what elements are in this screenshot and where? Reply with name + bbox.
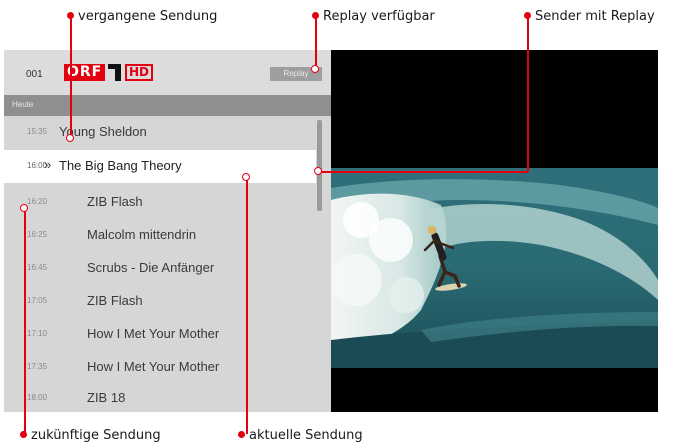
program-time: 17:10 (27, 329, 48, 338)
annotation-dot (238, 431, 245, 438)
day-label: Heute (12, 100, 34, 109)
annotation-future-broadcast: zukünftige Sendung (20, 428, 161, 443)
annotation-current-broadcast: aktuelle Sendung (238, 428, 363, 443)
program-title: Scrubs - Die Anfänger (87, 260, 215, 275)
annotation-text: zukünftige Sendung (31, 428, 161, 443)
pointer-line-replay (315, 16, 317, 68)
pointer-line-channel-h (319, 171, 528, 173)
program-time: 18:00 (27, 393, 48, 402)
program-time: 15:35 (27, 127, 48, 136)
annotation-text: vergangene Sendung (78, 9, 218, 24)
program-row[interactable]: 16:20 ZIB Flash (4, 186, 316, 219)
program-row[interactable]: 18:00 ZIB 18 (4, 382, 316, 412)
program-row[interactable]: 17:10 How I Met Your Mother (4, 318, 316, 351)
pointer-dot-past (66, 134, 74, 142)
program-row[interactable]: 17:35 How I Met Your Mother (4, 351, 316, 384)
pointer-dot-future (20, 204, 28, 212)
program-title: How I Met Your Mother (87, 326, 220, 341)
program-list: 15:35 Young Sheldon 16:00 » The Big Bang… (4, 116, 331, 412)
annotation-replay-available: Replay verfügbar (312, 9, 435, 24)
program-title: Malcolm mittendrin (87, 227, 197, 242)
annotation-channel-with-replay: Sender mit Replay (524, 9, 655, 24)
program-title: The Big Bang Theory (59, 158, 182, 173)
list-scrollbar[interactable] (317, 120, 322, 211)
program-time: 16:25 (27, 230, 48, 239)
pointer-dot-channel (314, 167, 322, 175)
epg-panel: 001 ORF HD Replay Heute 15:35 Young Shel… (4, 50, 331, 412)
program-time: 17:35 (27, 362, 48, 371)
pointer-line-future (24, 209, 26, 434)
pointer-dot-replay (311, 65, 319, 73)
program-row[interactable]: 17:05 ZIB Flash (4, 285, 316, 318)
program-row[interactable]: 16:45 Scrubs - Die Anfänger (4, 252, 316, 285)
pointer-line-channel (527, 16, 529, 172)
program-row-current[interactable]: 16:00 » The Big Bang Theory (4, 150, 316, 183)
video-preview (331, 50, 658, 412)
channel-header[interactable]: 001 ORF HD Replay (4, 50, 331, 95)
channel-number: 001 (26, 69, 43, 80)
program-time: 17:05 (27, 296, 48, 305)
program-time: 16:45 (27, 263, 48, 272)
tv-screen: 001 ORF HD Replay Heute 15:35 Young Shel… (4, 50, 658, 412)
program-title: ZIB Flash (87, 194, 143, 209)
program-title: How I Met Your Mother (87, 359, 220, 374)
annotation-text: aktuelle Sendung (249, 428, 363, 443)
program-title: ZIB Flash (87, 293, 143, 308)
day-header: Heute (4, 95, 331, 116)
program-row[interactable]: 16:25 Malcolm mittendrin (4, 219, 316, 252)
pointer-line-current (246, 178, 248, 434)
channel-logo-one-icon (108, 64, 121, 81)
program-row-past[interactable]: 15:35 Young Sheldon (4, 116, 316, 149)
program-title: ZIB 18 (87, 390, 126, 405)
annotation-text: Replay verfügbar (323, 9, 435, 24)
annotation-past-broadcast: vergangene Sendung (67, 9, 217, 24)
pointer-line-past (70, 16, 72, 137)
now-playing-icon: » (44, 157, 52, 172)
program-time: 16:20 (27, 197, 48, 206)
hd-badge: HD (125, 64, 154, 81)
surf-video-image (331, 50, 658, 412)
pointer-dot-current (242, 173, 250, 181)
annotation-text: Sender mit Replay (535, 9, 655, 24)
